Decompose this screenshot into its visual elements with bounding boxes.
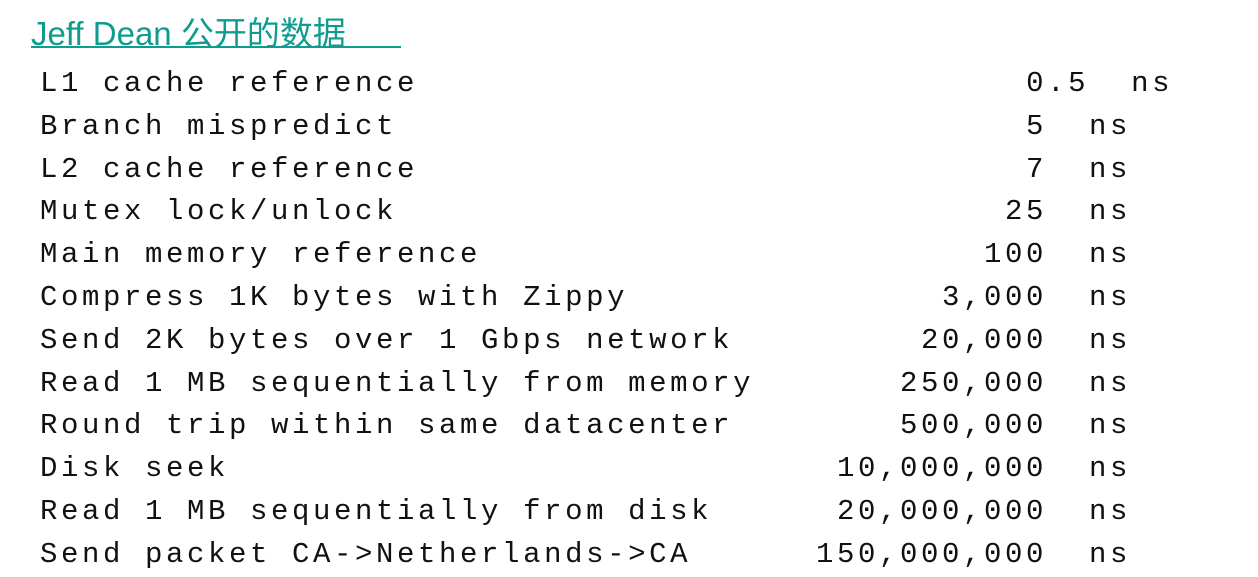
latency-number: 250,000 <box>899 366 1047 400</box>
latency-unit: ns <box>1088 323 1131 357</box>
latency-unit: ns <box>1088 195 1131 229</box>
latency-value: 0.5 ns <box>0 63 1173 106</box>
latency-unit: ns <box>1088 152 1131 186</box>
latency-number: 0.5 <box>1026 67 1090 100</box>
latency-unit: ns <box>1088 238 1131 272</box>
table-row: Read 1 MB sequentially from disk 20,000,0… <box>0 491 1258 534</box>
latency-number: 100 <box>983 238 1047 272</box>
table-row: Disk seek 10,000,000 ns <box>0 448 1258 491</box>
latency-unit: ns <box>1088 366 1131 400</box>
table-row: L2 cache reference 7 ns <box>0 149 1258 192</box>
latency-value: 500,000 ns <box>0 405 1131 448</box>
latency-value: 25 ns <box>0 191 1131 234</box>
page-title-underline <box>31 46 401 48</box>
latency-unit: ns <box>1088 409 1131 443</box>
latency-number: 7 <box>1025 152 1047 186</box>
page-title: Jeff Dean 公开的数据 <box>31 11 346 51</box>
latency-value: 7 ns <box>0 149 1131 192</box>
latency-unit: ns <box>1131 67 1174 100</box>
latency-value: 150,000,000 ns <box>0 534 1131 577</box>
latency-number: 150,000,000 <box>815 537 1047 571</box>
table-row: Read 1 MB sequentially from memory 250,00… <box>0 363 1258 406</box>
latency-unit: ns <box>1088 109 1131 143</box>
latency-value: 250,000 ns <box>0 363 1131 406</box>
latency-number: 10,000,000 <box>836 452 1047 486</box>
table-row: Send packet CA->Netherlands->CA 150,000,0… <box>0 534 1258 577</box>
latency-value: 20,000,000 ns <box>0 491 1131 534</box>
latency-numbers-slide: Jeff Dean 公开的数据 L1 cache reference 0.5 ns… <box>0 0 1258 577</box>
latency-number: 20,000,000 <box>836 494 1047 528</box>
table-row: Round trip within same datacenter 500,000… <box>0 405 1258 448</box>
table-row: Compress 1K bytes with Zippy 3,000 ns <box>0 277 1258 320</box>
latency-unit: ns <box>1088 494 1131 528</box>
latency-number: 25 <box>1004 195 1047 229</box>
latency-value: 5 ns <box>0 106 1131 149</box>
table-row: Branch mispredict 5 ns <box>0 106 1258 149</box>
table-row: Send 2K bytes over 1 Gbps network 20,000 … <box>0 320 1258 363</box>
table-row: Mutex lock/unlock 25 ns <box>0 191 1258 234</box>
latency-value: 10,000,000 ns <box>0 448 1131 491</box>
latency-value: 3,000 ns <box>0 277 1131 320</box>
latency-unit: ns <box>1088 537 1131 571</box>
latency-number: 3,000 <box>941 280 1047 314</box>
latency-value: 20,000 ns <box>0 320 1131 363</box>
latency-unit: ns <box>1088 280 1131 314</box>
table-row: L1 cache reference 0.5 ns <box>0 63 1258 106</box>
latency-number: 5 <box>1025 109 1047 143</box>
latency-number: 500,000 <box>899 409 1047 443</box>
table-row: Main memory reference 100 ns <box>0 234 1258 277</box>
latency-table: L1 cache reference 0.5 ns Branch mispredic… <box>0 63 1258 577</box>
latency-value: 100 ns <box>0 234 1131 277</box>
latency-unit: ns <box>1088 452 1131 486</box>
latency-number: 20,000 <box>920 323 1047 357</box>
